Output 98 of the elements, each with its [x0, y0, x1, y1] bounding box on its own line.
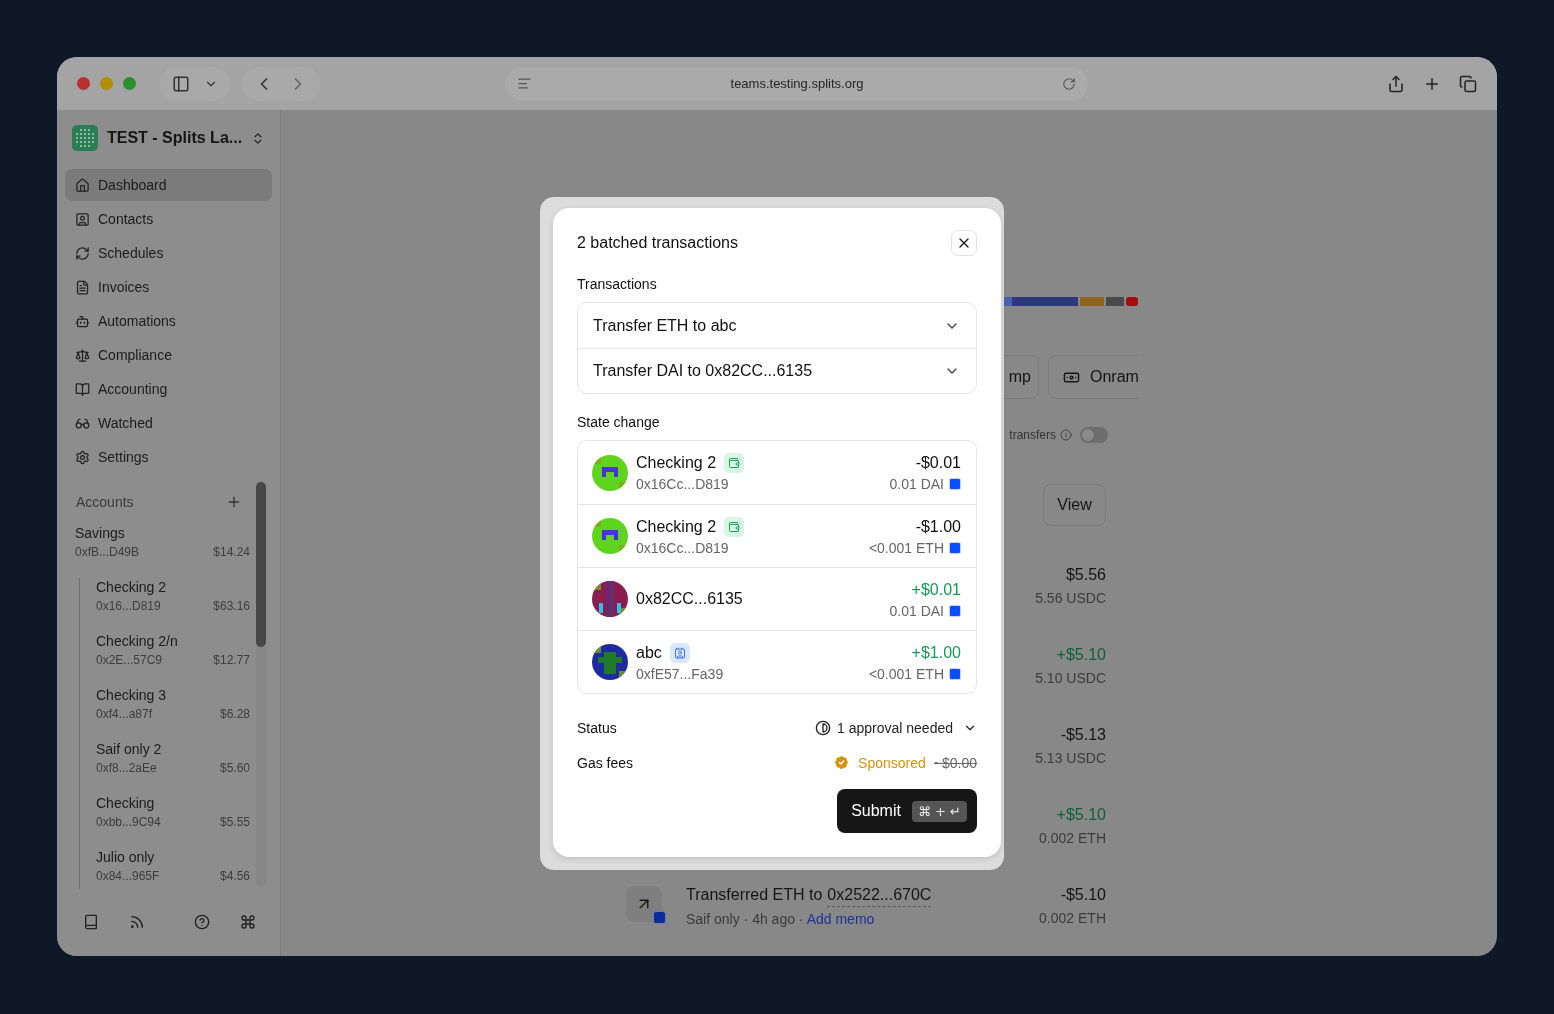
address-bar[interactable]: teams.testing.splits.org — [505, 66, 1088, 101]
account-item[interactable]: Checking 2/n 0x2E...57C9 $12.77 — [96, 632, 250, 686]
submit-button[interactable]: Submit ⌘ + ↵ — [837, 789, 977, 833]
token-amount: <0.001 ETH — [868, 538, 944, 557]
badge-check-icon — [833, 754, 851, 771]
info-icon[interactable] — [1060, 429, 1072, 441]
activity-amount: -$5.10 — [1060, 885, 1106, 905]
activity-title: Transferred ETH to — [686, 885, 823, 905]
nav-icon — [75, 177, 90, 193]
sponsored-status: Sponsored — [858, 754, 926, 771]
token-amount: <0.001 ETH — [868, 664, 944, 683]
rss-icon[interactable] — [129, 914, 145, 930]
account-name: 0x82CC...6135 — [636, 589, 743, 609]
status-label: Status — [577, 720, 617, 736]
account-address: 0x16Cc...D819 — [636, 538, 730, 557]
nav-item[interactable]: Schedules — [65, 237, 272, 269]
account-name: Checking 2 — [636, 516, 717, 537]
nav-icon — [75, 381, 90, 397]
keyboard-shortcut: ⌘ + ↵ — [911, 800, 967, 822]
sidebar-toggle-button[interactable] — [160, 66, 230, 101]
section-heading: State change — [577, 413, 661, 431]
url-text: teams.testing.splits.org — [730, 76, 864, 91]
gas-fees-label: Gas fees — [577, 754, 634, 771]
status-dropdown[interactable]: 1 approval needed — [815, 720, 977, 736]
token-icon — [949, 667, 961, 680]
workspace-logo — [72, 125, 98, 151]
book-icon[interactable] — [83, 914, 99, 930]
wallet-icon — [724, 453, 745, 473]
nav-item[interactable]: Dashboard — [65, 169, 272, 201]
activity-amount: -$5.13 — [1060, 725, 1106, 745]
share-icon[interactable] — [1387, 74, 1405, 93]
account-address: 0xfE57...Fa39 — [636, 664, 724, 683]
reader-icon[interactable] — [517, 76, 532, 91]
tabs-icon[interactable] — [1459, 74, 1477, 93]
token-amount: 0.01 DAI — [889, 601, 944, 620]
onramp-button[interactable]: Onram — [1048, 355, 1138, 399]
toggle-label: transfers — [1009, 428, 1056, 442]
activity-token-amount: 5.10 USDC — [1035, 669, 1106, 688]
activity-token-amount: 0.002 ETH — [1039, 829, 1106, 848]
activity-token-amount: 5.56 USDC — [1035, 589, 1106, 608]
activity-amount: $5.56 — [1065, 565, 1106, 585]
nav-icon — [75, 279, 90, 295]
change-amount: +$0.01 — [911, 579, 961, 600]
workspace-name[interactable]: TEST - Splits La... — [107, 129, 243, 147]
nav-item[interactable]: Settings — [65, 441, 272, 473]
toggle-switch[interactable] — [1080, 427, 1108, 443]
command-icon[interactable] — [240, 914, 256, 930]
sidebar-icon — [172, 74, 190, 93]
nav-item[interactable]: Accounting — [65, 373, 272, 405]
gas-fee-amount: ~$0.00 — [933, 754, 977, 771]
add-account-icon[interactable] — [226, 494, 242, 510]
account-item[interactable]: Julio only 0x84...965F $4.56 — [96, 848, 250, 889]
nav-item[interactable]: Contacts — [65, 203, 272, 235]
change-amount: -$0.01 — [915, 453, 961, 473]
nav-icon — [75, 313, 90, 329]
nav-item[interactable]: Watched — [65, 407, 272, 439]
activity-meta: Saif only · 4h ago · Add memo — [686, 910, 876, 929]
token-icon — [949, 541, 961, 554]
nav-icon — [75, 347, 90, 363]
transaction-item[interactable]: Transfer ETH to abc — [578, 303, 976, 348]
add-memo-link[interactable]: Add memo — [806, 911, 875, 927]
token-icon — [949, 604, 961, 617]
change-amount: -$1.00 — [915, 516, 961, 537]
close-window-icon[interactable] — [77, 77, 90, 90]
account-address: 0x16Cc...D819 — [636, 475, 730, 493]
scrollbar[interactable] — [256, 482, 266, 887]
transaction-item[interactable]: Transfer DAI to 0x82CC...6135 — [578, 348, 976, 393]
view-button[interactable]: View — [1043, 484, 1106, 526]
nav-icon — [75, 245, 90, 261]
account-item[interactable]: Savings 0xfB...D49B $14.24 — [75, 524, 250, 578]
accounts-heading: Accounts — [76, 494, 134, 510]
nav-item[interactable]: Compliance — [65, 339, 272, 371]
nav-icon — [75, 449, 90, 465]
account-item[interactable]: Checking 3 0xf4...a87f $6.28 — [96, 686, 250, 740]
address-link[interactable]: 0x2522...670C — [827, 884, 932, 907]
modal-title: 2 batched transactions — [577, 234, 738, 252]
nav-icon — [75, 211, 90, 227]
token-icon — [949, 478, 961, 490]
account-name: Checking 2 — [636, 453, 717, 473]
close-button[interactable] — [951, 230, 977, 256]
activity-amount: +$5.10 — [1056, 805, 1106, 825]
section-heading: Transactions — [577, 275, 658, 293]
change-amount: +$1.00 — [911, 642, 961, 663]
account-item[interactable]: Checking 0xbb...9C94 $5.55 — [96, 794, 250, 848]
contact-icon — [669, 642, 690, 663]
half-circle-icon — [815, 720, 831, 736]
help-icon[interactable] — [194, 914, 210, 930]
nav-item[interactable]: Automations — [65, 305, 272, 337]
account-item[interactable]: Checking 2 0x16...D819 $63.16 — [96, 578, 250, 632]
wallet-icon — [724, 516, 745, 537]
activity-amount: +$5.10 — [1056, 645, 1106, 665]
activity-token-amount: 0.002 ETH — [1039, 909, 1106, 928]
account-item[interactable]: Saif only 2 0xf8...2aEe $5.60 — [96, 740, 250, 794]
nav-item[interactable]: Invoices — [65, 271, 272, 303]
reload-icon[interactable] — [1062, 76, 1076, 91]
activity-token-amount: 5.13 USDC — [1035, 749, 1106, 768]
account-name: abc — [636, 642, 662, 663]
token-amount: 0.01 DAI — [889, 475, 944, 493]
